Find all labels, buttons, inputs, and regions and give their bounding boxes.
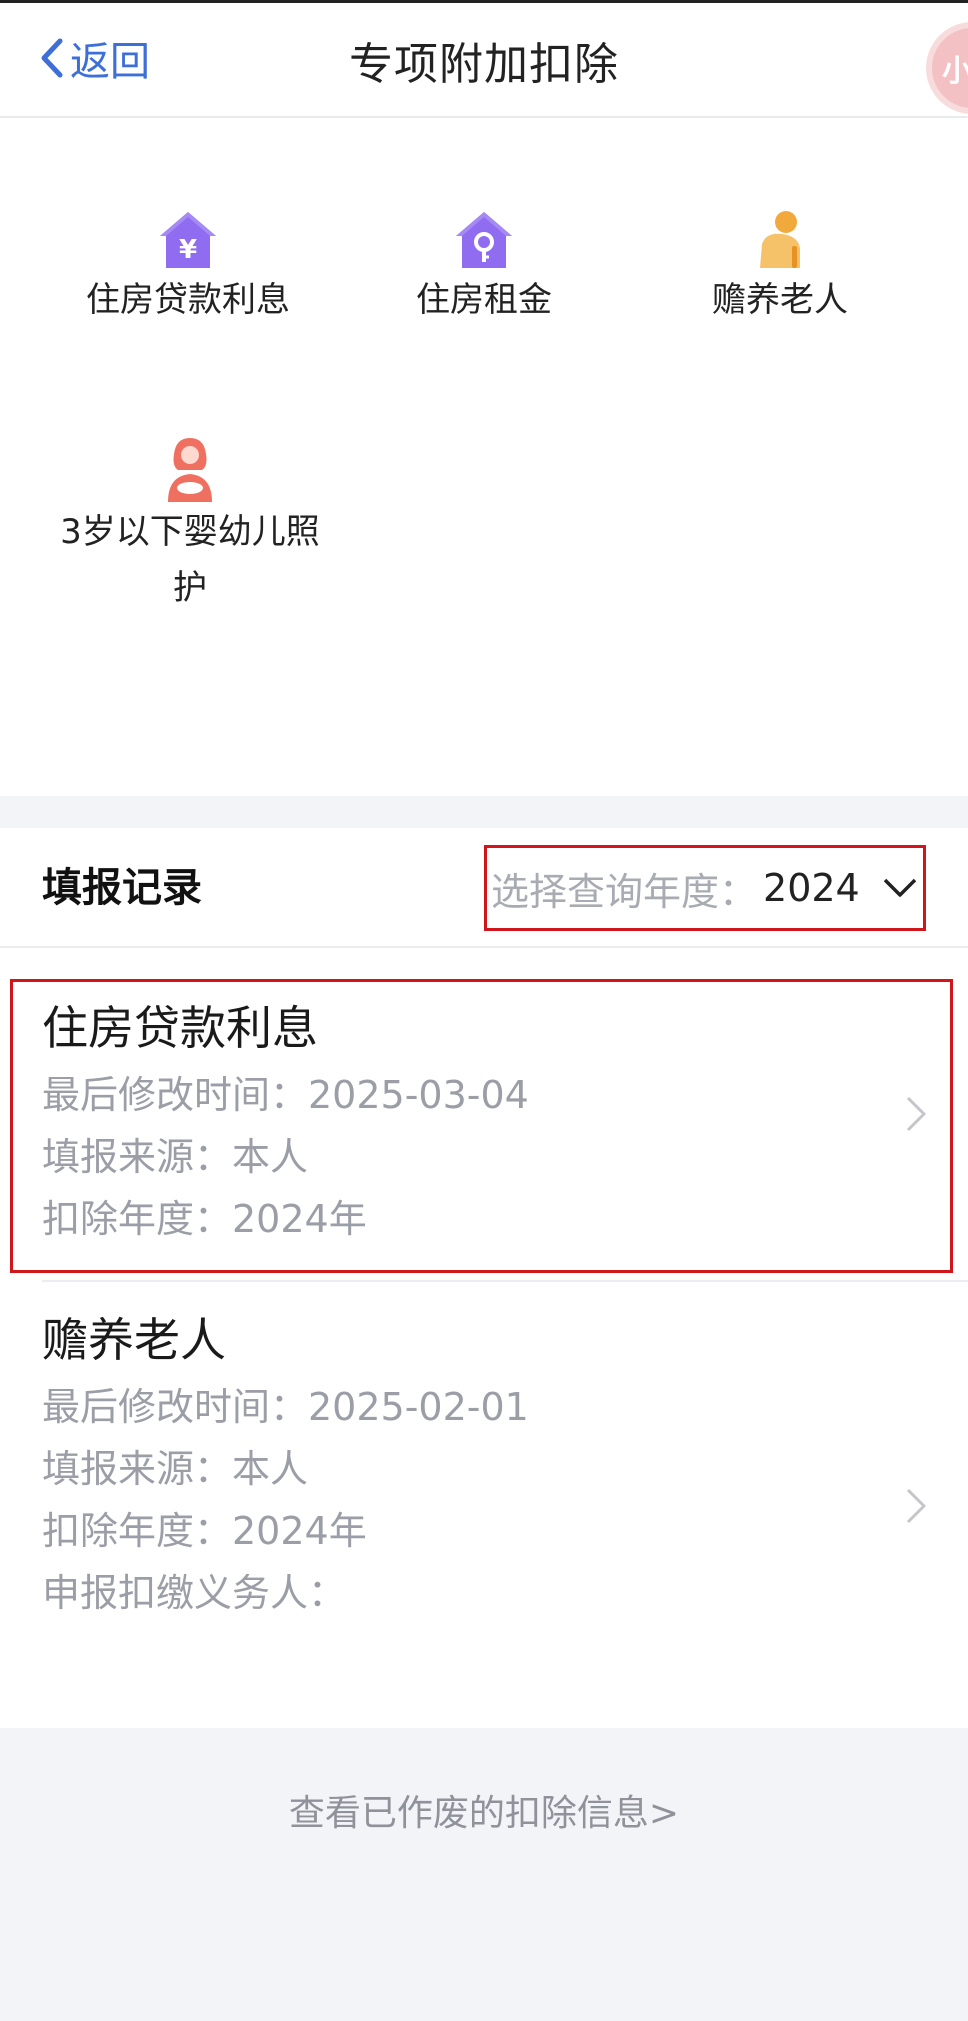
- record-source: 填报来源：本人: [42, 1447, 309, 1491]
- divider: [0, 946, 968, 948]
- record-withholder: 申报扣缴义务人：: [42, 1571, 347, 1615]
- category-label-line2: 护: [173, 568, 207, 608]
- category-label: 住房贷款利息: [86, 280, 290, 320]
- category-housing-loan-interest[interactable]: ¥ 住房贷款利息: [60, 208, 316, 328]
- record-title: 赡养老人: [42, 1313, 226, 1367]
- footer-area: [0, 1728, 968, 2021]
- section-separator: [0, 796, 968, 828]
- year-select-dropdown[interactable]: 选择查询年度： 2024: [484, 845, 926, 931]
- category-infant-care[interactable]: 3岁以下婴幼儿照 护: [40, 436, 340, 616]
- chevron-right-icon: [906, 1488, 926, 1524]
- record-last-modified: 最后修改时间：2025-02-01: [42, 1385, 529, 1429]
- house-yuan-icon: ¥: [160, 212, 216, 268]
- nav-bar: 返回 专项附加扣除 小: [0, 0, 968, 118]
- house-key-icon: [456, 212, 512, 268]
- record-item-housing-loan[interactable]: 住房贷款利息 最后修改时间：2025-03-04 填报来源：本人 扣除年度：20…: [0, 980, 968, 1272]
- category-label: 住房租金: [416, 280, 552, 320]
- record-title: 住房贷款利息: [42, 1001, 318, 1055]
- records-title: 填报记录: [42, 865, 202, 911]
- record-deduction-year: 扣除年度：2024年: [42, 1197, 367, 1241]
- chevron-down-icon: [883, 878, 916, 897]
- category-label: 赡养老人: [712, 280, 848, 320]
- floating-assistant-label: 小: [942, 54, 968, 89]
- svg-text:¥: ¥: [179, 235, 197, 265]
- record-source: 填报来源：本人: [42, 1135, 309, 1179]
- divider: [42, 1280, 968, 1282]
- record-item-elderly-support[interactable]: 赡养老人 最后修改时间：2025-02-01 填报来源：本人 扣除年度：2024…: [0, 1292, 968, 1672]
- elderly-person-icon: [760, 211, 800, 268]
- category-housing-rent[interactable]: 住房租金: [356, 208, 612, 328]
- year-select-value: 2024: [763, 866, 860, 910]
- page-title: 专项附加扣除: [349, 39, 619, 90]
- record-last-modified: 最后修改时间：2025-03-04: [42, 1073, 529, 1117]
- view-voided-deductions-link[interactable]: 查看已作废的扣除信息>: [0, 1784, 968, 1836]
- mother-baby-icon: [168, 438, 212, 502]
- page: 返回 专项附加扣除 小 ¥ 住房贷款利息 住房租金 赡养老人 3岁以下婴幼儿照 …: [0, 0, 968, 2021]
- record-deduction-year: 扣除年度：2024年: [42, 1509, 367, 1553]
- year-select-label: 选择查询年度：: [491, 869, 758, 914]
- chevron-right-icon: [906, 1096, 926, 1132]
- category-elderly-support[interactable]: 赡养老人: [652, 208, 908, 328]
- category-label-line1: 3岁以下婴幼儿照: [60, 512, 320, 552]
